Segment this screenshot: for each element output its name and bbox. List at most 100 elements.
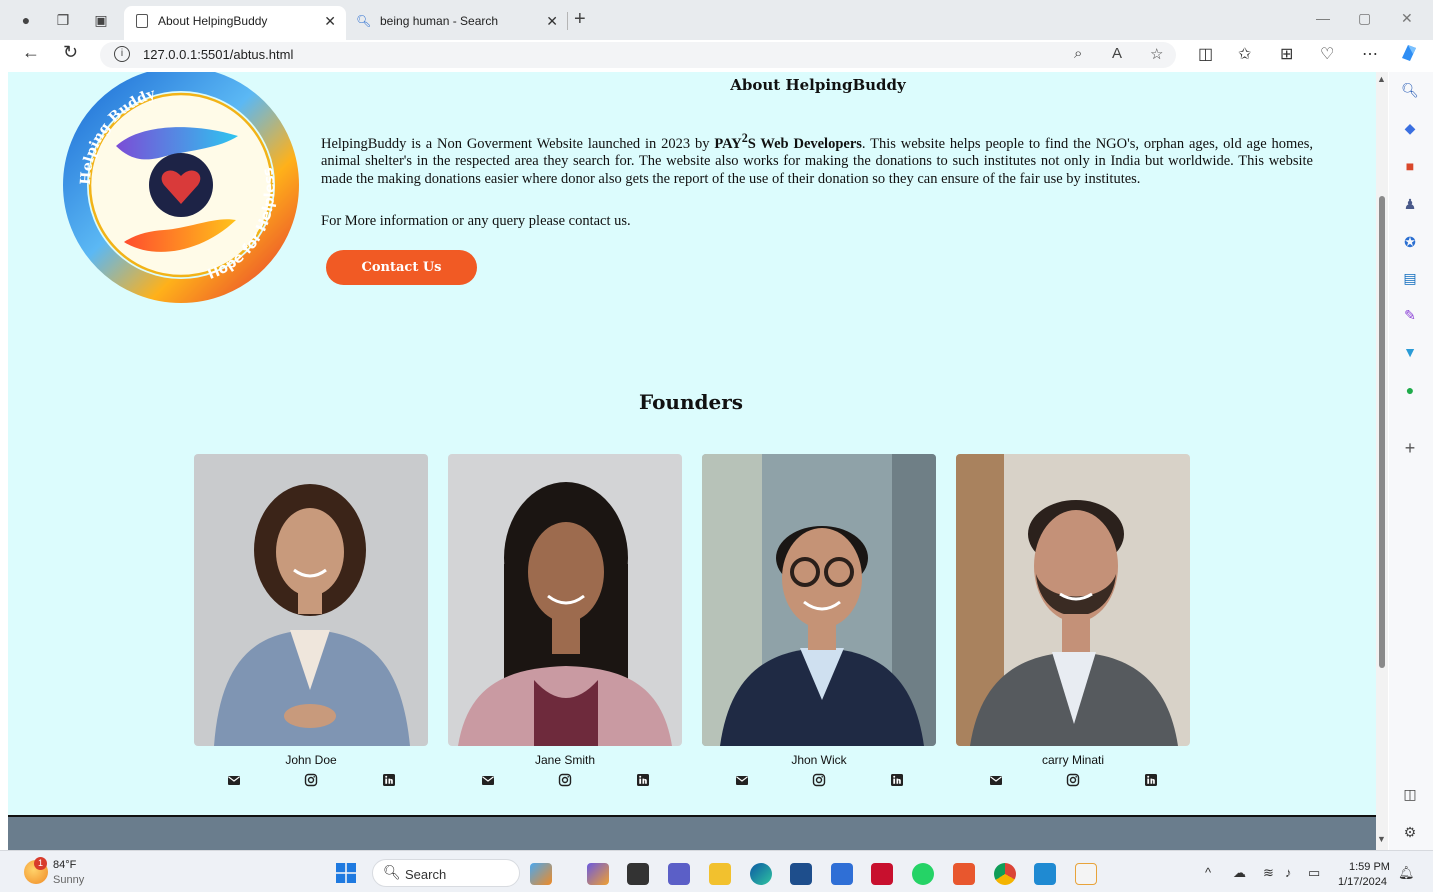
close-tab-icon[interactable]: ✕ — [546, 6, 558, 36]
edge-icon[interactable] — [750, 863, 772, 885]
tab-divider — [567, 12, 568, 30]
about-intro: HelpingBuddy is a Non Goverment Website … — [321, 135, 715, 152]
linkedin-icon[interactable] — [636, 773, 650, 787]
zoom-icon[interactable]: ⌕ — [1074, 45, 1082, 62]
scroll-down-icon[interactable]: ▼ — [1377, 834, 1386, 844]
address-bar[interactable]: i 127.0.0.1:5501/abtus.html ⌕ A ☆ — [100, 42, 1176, 68]
contact-us-button[interactable]: Contact Us — [326, 250, 477, 285]
back-icon[interactable]: ← — [22, 42, 40, 63]
about-description: HelpingBuddy is a Non Goverment Website … — [321, 130, 1313, 188]
teams-icon[interactable] — [668, 863, 690, 885]
sidebar-search-icon[interactable]: 🔍︎ — [1400, 80, 1420, 100]
tab-being-human-search[interactable]: 🔍︎ being human - Search ✕ — [346, 6, 568, 40]
microsoft-365-icon[interactable]: ✪ — [1400, 232, 1420, 252]
whatsapp-icon[interactable]: ● — [1400, 380, 1420, 400]
linkedin-icon[interactable] — [382, 773, 396, 787]
address-toolbar: ← ↻ i 127.0.0.1:5501/abtus.html ⌕ A ☆ ◫ … — [0, 40, 1433, 72]
hide-sidebar-icon[interactable]: ◫ — [1400, 784, 1420, 804]
copilot-taskbar-icon[interactable] — [587, 863, 609, 885]
profile-icon[interactable]: ● — [17, 11, 35, 29]
instagram-icon[interactable] — [558, 773, 572, 787]
workspaces-icon[interactable]: ❐ — [54, 11, 72, 29]
email-icon[interactable] — [481, 773, 495, 787]
weather-condition[interactable]: Sunny — [53, 874, 84, 886]
windows-start-icon[interactable] — [336, 863, 356, 883]
founder-name: carry Minati — [1041, 753, 1104, 767]
taskbar-search[interactable]: 🔍︎ Search — [372, 859, 520, 887]
store-icon[interactable] — [790, 863, 812, 885]
drop-icon[interactable]: ▼ — [1400, 342, 1420, 362]
media-app-icon[interactable] — [953, 863, 975, 885]
collections-icon[interactable]: ⊞ — [1280, 44, 1293, 64]
vscode-icon[interactable] — [1034, 863, 1056, 885]
favorite-star-icon[interactable]: ☆ — [1150, 45, 1163, 63]
close-window-icon[interactable]: ✕ — [1401, 10, 1413, 27]
tab-actions-icon[interactable]: ▣ — [92, 11, 110, 29]
battery-icon[interactable]: ▭ — [1308, 865, 1320, 881]
founder-social-links — [702, 773, 936, 793]
file-explorer-icon[interactable] — [709, 863, 731, 885]
founder-social-links — [194, 773, 428, 793]
show-hidden-icons[interactable]: ^ — [1205, 865, 1211, 880]
info-icon[interactable]: i — [114, 46, 130, 62]
founder-social-links — [956, 773, 1190, 793]
maximize-icon[interactable]: ▢ — [1358, 10, 1371, 27]
games-icon[interactable]: ♟ — [1400, 194, 1420, 214]
founder-name: John Doe — [285, 753, 337, 767]
founder-social-links — [448, 773, 682, 793]
url-text[interactable]: 127.0.0.1:5501/abtus.html — [143, 47, 293, 62]
developer-brand: PAY2S Web Developers — [714, 131, 862, 152]
add-sidebar-app-icon[interactable]: + — [1400, 438, 1420, 458]
instagram-icon[interactable] — [304, 773, 318, 787]
founder-card: Jhon Wick — [702, 454, 936, 793]
tools-briefcase-icon[interactable]: ■ — [1400, 156, 1420, 176]
linkedin-icon[interactable] — [1144, 773, 1158, 787]
new-tab-icon[interactable]: + — [574, 8, 586, 31]
tab-title: About HelpingBuddy — [158, 14, 268, 28]
founders-heading: Founders — [638, 390, 744, 414]
refresh-icon[interactable]: ↻ — [63, 42, 78, 63]
page-icon — [136, 14, 148, 28]
contact-info-text: For More information or any query please… — [321, 213, 631, 229]
chrome-icon[interactable] — [994, 863, 1016, 885]
read-aloud-icon[interactable]: A — [1112, 45, 1122, 62]
wifi-icon[interactable]: ≋ — [1263, 865, 1274, 881]
favorites-icon[interactable]: ✩ — [1238, 44, 1251, 64]
scroll-thumb[interactable] — [1379, 196, 1385, 668]
whatsapp-taskbar-icon[interactable] — [912, 863, 934, 885]
shopping-tag-icon[interactable]: ◆ — [1400, 118, 1420, 138]
clock-date[interactable]: 1/17/2024 — [1338, 876, 1387, 888]
scroll-up-icon[interactable]: ▲ — [1377, 74, 1386, 84]
mcafee-icon[interactable] — [871, 863, 893, 885]
instagram-icon[interactable] — [812, 773, 826, 787]
lens-app-icon[interactable] — [831, 863, 853, 885]
weather-temperature[interactable]: 84°F — [53, 859, 76, 871]
linkedin-icon[interactable] — [890, 773, 904, 787]
widgets-icon[interactable] — [530, 863, 552, 885]
founder-card: John Doe — [194, 454, 428, 793]
designer-icon[interactable]: ✎ — [1400, 305, 1420, 325]
more-options-icon[interactable]: ⋯ — [1362, 44, 1378, 64]
split-screen-icon[interactable]: ◫ — [1198, 44, 1213, 64]
snipping-tool-icon[interactable] — [1075, 863, 1097, 885]
email-icon[interactable] — [989, 773, 1003, 787]
onedrive-icon[interactable]: ☁ — [1233, 865, 1246, 881]
page-scrollbar[interactable]: ▲ ▼ — [1376, 72, 1388, 850]
task-view-icon[interactable] — [627, 863, 649, 885]
instagram-icon[interactable] — [1066, 773, 1080, 787]
about-title: About HelpingBuddy — [730, 76, 906, 94]
sidebar-settings-icon[interactable]: ⚙ — [1400, 822, 1420, 842]
volume-icon[interactable]: ♪ — [1285, 865, 1292, 880]
founder-card: carry Minati — [956, 454, 1190, 793]
email-icon[interactable] — [735, 773, 749, 787]
notification-bell-icon[interactable]: 🔔︎ — [1398, 865, 1415, 881]
tab-about-helpingbuddy[interactable]: About HelpingBuddy ✕ — [124, 6, 346, 40]
browser-essentials-icon[interactable]: ♡ — [1320, 44, 1334, 64]
close-tab-icon[interactable]: ✕ — [324, 6, 336, 36]
founder-photo — [956, 454, 1190, 746]
minimize-icon[interactable]: — — [1316, 10, 1330, 26]
outlook-icon[interactable]: ▤ — [1400, 268, 1420, 288]
email-icon[interactable] — [227, 773, 241, 787]
clock-time[interactable]: 1:59 PM — [1349, 861, 1390, 873]
copilot-icon[interactable] — [1398, 42, 1420, 69]
